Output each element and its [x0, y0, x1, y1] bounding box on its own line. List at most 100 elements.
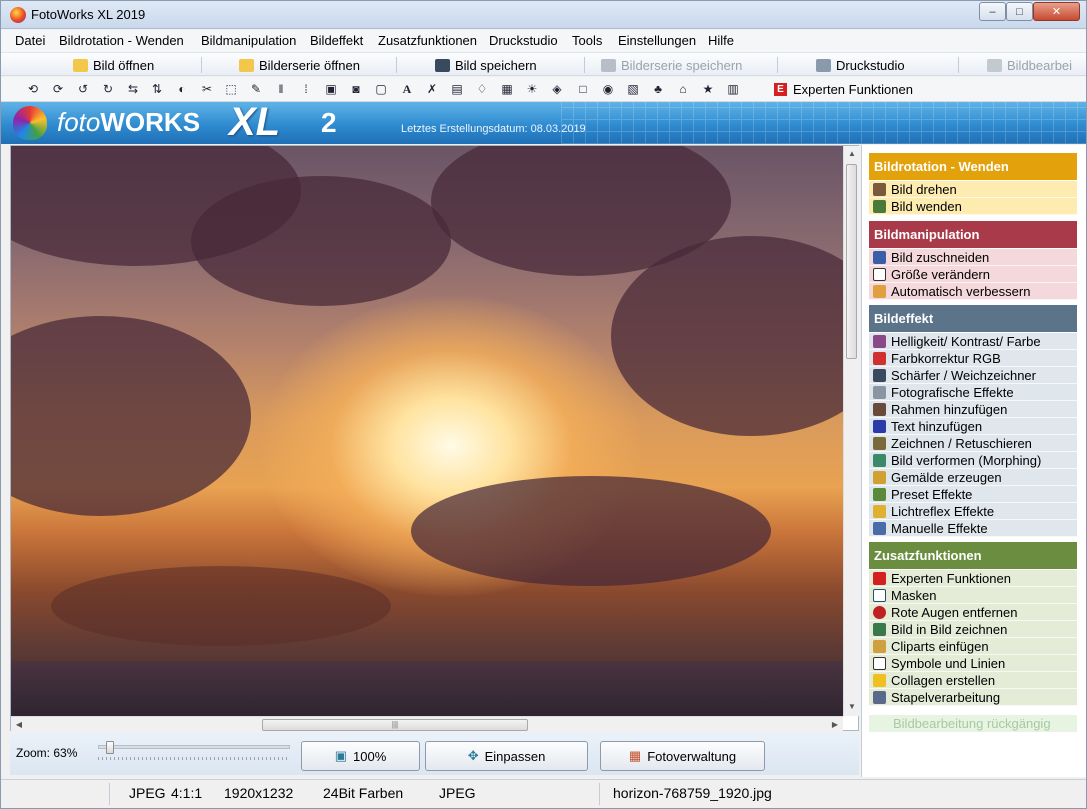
open-image-button[interactable]: Bild öffnen	[73, 56, 154, 74]
section-header-bildeffekt[interactable]: Bildeffekt	[869, 305, 1077, 332]
draw-retouch-icon[interactable]: ✗	[424, 82, 440, 97]
fit-button[interactable]: ✥ Einpassen	[425, 741, 588, 771]
panel-item-schaerfer[interactable]: Schärfer / Weichzeichner	[869, 367, 1077, 384]
menu-zusatzfunktionen[interactable]: Zusatzfunktionen	[378, 33, 477, 48]
panel-item-symbole[interactable]: Symbole und Linien	[869, 655, 1077, 672]
resize-icon[interactable]: ⬚	[223, 82, 239, 97]
panel-item-collagen[interactable]: Collagen erstellen	[869, 672, 1077, 689]
status-separator	[109, 783, 110, 805]
camera-icon[interactable]: ◙	[348, 82, 364, 97]
open-series-button[interactable]: Bilderserie öffnen	[239, 56, 360, 74]
vertical-scroll-thumb[interactable]	[846, 164, 857, 359]
panel-item-cliparts[interactable]: Cliparts einfügen	[869, 638, 1077, 655]
folder-icon	[239, 58, 254, 72]
rotate-ccw-icon[interactable]: ↺	[75, 82, 91, 97]
panel-item-experten[interactable]: Experten Funktionen	[869, 570, 1077, 587]
panel-item-morphing[interactable]: Bild verformen (Morphing)	[869, 452, 1077, 469]
panel-item-farbkorrektur[interactable]: Farbkorrektur RGB	[869, 350, 1077, 367]
frame-icon[interactable]: ▢	[373, 82, 389, 97]
mirror-icon[interactable]: ◐	[174, 82, 190, 97]
panel-item-rahmen[interactable]: Rahmen hinzufügen	[869, 401, 1077, 418]
undo-edit-panel-button[interactable]: Bildbearbeitung rückgängig	[869, 715, 1077, 732]
scroll-right-icon[interactable]: ▶	[827, 720, 843, 729]
rotate-right-icon[interactable]: ⟳	[50, 82, 66, 97]
panel-item-preset-effekte[interactable]: Preset Effekte	[869, 486, 1077, 503]
rotate-cw-icon[interactable]: ↻	[100, 82, 116, 97]
morphing-icon[interactable]: ▤	[449, 82, 465, 97]
panel-item-gemaelde[interactable]: Gemälde erzeugen	[869, 469, 1077, 486]
photo-manager-button[interactable]: ▦ Fotoverwaltung	[600, 741, 765, 771]
hot-air-balloon-logo-icon	[13, 106, 47, 140]
save-series-button[interactable]: Bilderserie speichern	[601, 56, 742, 74]
scroll-down-icon[interactable]: ▼	[844, 702, 860, 711]
menu-einstellungen[interactable]: Einstellungen	[618, 33, 696, 48]
menu-bildeffekt[interactable]: Bildeffekt	[310, 33, 363, 48]
rgb-icon[interactable]: ⁞	[298, 82, 314, 97]
menu-datei[interactable]: Datei	[15, 33, 45, 48]
scissors-icon[interactable]: ✂	[199, 82, 215, 97]
zoom-slider-thumb[interactable]	[106, 741, 114, 754]
sharpen-icon[interactable]: ▣	[323, 82, 339, 97]
magic-wand-icon[interactable]: ✎	[248, 82, 264, 97]
sunset-photo[interactable]	[11, 146, 843, 716]
lens-flare-icon[interactable]: ☀	[524, 82, 540, 97]
panel-item-zeichnen[interactable]: Zeichnen / Retuschieren	[869, 435, 1077, 452]
save-image-button[interactable]: Bild speichern	[435, 56, 537, 74]
panel-item-groesse-veraendern[interactable]: Größe verändern	[869, 266, 1077, 283]
manual-effects-icon[interactable]: ◈	[549, 82, 565, 97]
flip-vertical-icon[interactable]: ⇅	[149, 82, 165, 97]
panel-item-stapel[interactable]: Stapelverarbeitung	[869, 689, 1077, 706]
brightness-sliders-icon[interactable]: ‖	[273, 82, 289, 97]
zoom-100-button[interactable]: ▣ 100%	[301, 741, 420, 771]
menu-bildrotation[interactable]: Bildrotation - Wenden	[59, 33, 184, 48]
zoom-slider-track[interactable]	[98, 745, 290, 749]
section-header-zusatzfunktionen[interactable]: Zusatzfunktionen	[869, 542, 1077, 569]
panel-item-helligkeit[interactable]: Helligkeit/ Kontrast/ Farbe	[869, 333, 1077, 350]
symbols-icon[interactable]: ⌂	[675, 82, 691, 97]
panel-item-bild-in-bild[interactable]: Bild in Bild zeichnen	[869, 621, 1077, 638]
panel-item-masken[interactable]: Masken	[869, 587, 1077, 604]
morphing-icon	[873, 453, 886, 467]
panel-item-lichtreflex[interactable]: Lichtreflex Effekte	[869, 503, 1077, 520]
horizontal-scrollbar[interactable]: ◀ ||| ▶	[11, 716, 843, 732]
picture-in-picture-icon[interactable]: ▧	[625, 82, 641, 97]
menu-hilfe[interactable]: Hilfe	[708, 33, 734, 48]
panel-item-bild-drehen[interactable]: Bild drehen	[869, 181, 1077, 198]
section-header-bildmanipulation[interactable]: Bildmanipulation	[869, 221, 1077, 248]
panel-item-automatisch-verbessern[interactable]: Automatisch verbessern	[869, 283, 1077, 300]
scroll-up-icon[interactable]: ▲	[844, 149, 860, 158]
painting-icon[interactable]: ♢	[474, 82, 490, 97]
panel-item-fotografische-effekte[interactable]: Fotografische Effekte	[869, 384, 1077, 401]
image-canvas[interactable]: ▲ ▼ ◀ ||| ▶	[10, 145, 859, 732]
menu-tools[interactable]: Tools	[572, 33, 602, 48]
actual-size-icon: ▣	[334, 748, 348, 763]
close-button[interactable]: ✕	[1033, 2, 1080, 21]
app-icon	[10, 7, 26, 23]
menu-druckstudio[interactable]: Druckstudio	[489, 33, 558, 48]
panel-item-rote-augen[interactable]: Rote Augen entfernen	[869, 604, 1077, 621]
section-header-bildrotation[interactable]: Bildrotation - Wenden	[869, 153, 1077, 180]
rotate-left-icon[interactable]: ⟲	[25, 82, 41, 97]
flip-horizontal-icon[interactable]: ⇆	[125, 82, 141, 97]
scroll-left-icon[interactable]: ◀	[11, 720, 27, 729]
text-icon[interactable]: A	[399, 82, 415, 97]
star-icon[interactable]: ★	[700, 82, 716, 97]
menu-bildmanipulation[interactable]: Bildmanipulation	[201, 33, 296, 48]
panel-item-manuelle-effekte[interactable]: Manuelle Effekte	[869, 520, 1077, 537]
panel-item-text[interactable]: Text hinzufügen	[869, 418, 1077, 435]
panel-item-label: Schärfer / Weichzeichner	[891, 367, 1036, 383]
maximize-button[interactable]: □	[1006, 2, 1033, 21]
horizontal-scroll-thumb[interactable]: |||	[262, 719, 528, 731]
print-studio-button[interactable]: Druckstudio	[816, 56, 905, 74]
mask-icon[interactable]: □	[575, 82, 591, 97]
red-eye-icon[interactable]: ◉	[600, 82, 616, 97]
minimize-button[interactable]: –	[979, 2, 1006, 21]
batch-icon[interactable]: ▥	[725, 82, 741, 97]
panel-item-bild-wenden[interactable]: Bild wenden	[869, 198, 1077, 215]
vertical-scrollbar[interactable]: ▲ ▼	[843, 146, 859, 716]
expert-functions-button[interactable]: E Experten Funktionen	[774, 82, 913, 97]
preset-effects-icon[interactable]: ▦	[499, 82, 515, 97]
undo-edit-button[interactable]: Bildbearbei	[987, 56, 1072, 74]
clipart-icon[interactable]: ♣	[650, 82, 666, 97]
panel-item-bild-zuschneiden[interactable]: Bild zuschneiden	[869, 249, 1077, 266]
